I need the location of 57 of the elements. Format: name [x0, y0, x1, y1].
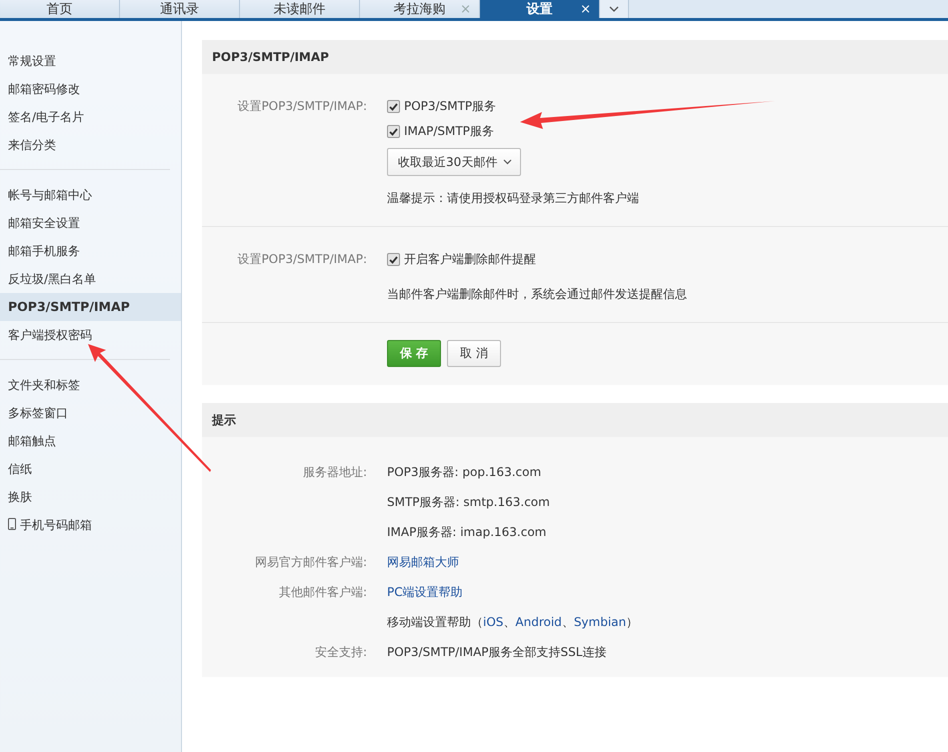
chevron-icon — [609, 6, 619, 12]
sidebar-item[interactable]: 多标签窗口 — [0, 399, 181, 427]
checkbox[interactable] — [387, 253, 400, 266]
tab[interactable]: 设置 × — [480, 0, 600, 18]
sidebar-item[interactable]: 邮箱密码修改 — [0, 75, 181, 103]
info-text: 移动端设置帮助（ — [387, 614, 483, 628]
checkbox-label: POP3/SMTP服务 — [404, 98, 496, 115]
tab[interactable]: 未读邮件 — [240, 0, 360, 18]
info-text: IMAP服务器: imap.163.com — [387, 524, 546, 538]
tab[interactable]: 通讯录 — [120, 0, 240, 18]
sidebar-item[interactable]: 常规设置 — [0, 47, 181, 75]
tab[interactable]: 考拉海购 × — [360, 0, 480, 18]
info-text: 、 — [503, 614, 516, 628]
sidebar-item[interactable]: 反垃圾/黑白名单 — [0, 265, 181, 293]
info-text: 、 — [562, 614, 574, 628]
info-text: POP3服务器: pop.163.com — [387, 464, 542, 478]
field-label: 服务器地址: — [302, 464, 367, 478]
checkbox[interactable] — [387, 100, 400, 113]
sidebar-item[interactable]: 邮箱手机服务 — [0, 237, 181, 265]
checkbox-label: IMAP/SMTP服务 — [404, 123, 494, 140]
sidebar-item[interactable]: 客户端授权密码 — [0, 321, 181, 349]
help-link[interactable]: Symbian — [574, 614, 626, 628]
field-label: 安全支持: — [314, 644, 367, 658]
checkbox[interactable] — [387, 125, 400, 138]
sidebar-item[interactable]: POP3/SMTP/IMAP — [0, 293, 181, 321]
cancel-button[interactable]: 取 消 — [447, 340, 502, 367]
more-tabs-button[interactable] — [600, 0, 629, 18]
sidebar-item[interactable]: 手机号码邮箱 — [0, 511, 181, 539]
sidebar-item[interactable]: 签名/电子名片 — [0, 103, 181, 131]
field-label: 设置POP3/SMTP/IMAP: — [237, 99, 367, 113]
hint-text: 当邮件客户端删除邮件时，系统会通过邮件发送提醒信息 — [387, 286, 687, 303]
sidebar-item[interactable]: 帐号与邮箱中心 — [0, 181, 181, 209]
phone-icon — [8, 518, 16, 530]
sidebar-item[interactable]: 来信分类 — [0, 131, 181, 159]
sidebar-item[interactable]: 文件夹和标签 — [0, 371, 181, 399]
range-dropdown[interactable]: 收取最近30天邮件 — [387, 148, 522, 176]
sidebar-item[interactable]: 信纸 — [0, 455, 181, 483]
info-text: POP3/SMTP/IMAP服务全部支持SSL连接 — [387, 644, 606, 658]
checkbox-label: 开启客户端删除邮件提醒 — [404, 251, 536, 268]
help-link[interactable]: iOS — [483, 614, 504, 628]
field-label: 网易官方邮件客户端: — [254, 554, 367, 568]
sidebar-item[interactable]: 邮箱安全设置 — [0, 209, 181, 237]
sidebar-item[interactable]: 换肤 — [0, 483, 181, 511]
panel-title: 提示 — [202, 403, 948, 437]
tab[interactable]: 首页 — [0, 0, 120, 18]
panel-title: POP3/SMTP/IMAP — [202, 40, 948, 74]
help-link[interactable]: Android — [515, 614, 562, 628]
chevron-icon — [503, 159, 512, 165]
help-link[interactable]: PC端设置帮助 — [387, 584, 463, 598]
sidebar-item[interactable]: 邮箱触点 — [0, 427, 181, 455]
field-label: 其他邮件客户端: — [278, 584, 367, 598]
field-label: 设置POP3/SMTP/IMAP: — [237, 252, 367, 266]
info-text: SMTP服务器: smtp.163.com — [387, 494, 550, 508]
hint-text: 温馨提示：请使用授权码登录第三方邮件客户端 — [387, 190, 639, 207]
help-link[interactable]: 网易邮箱大师 — [387, 554, 459, 568]
info-text: ） — [626, 614, 638, 628]
close-icon[interactable]: × — [580, 2, 591, 16]
